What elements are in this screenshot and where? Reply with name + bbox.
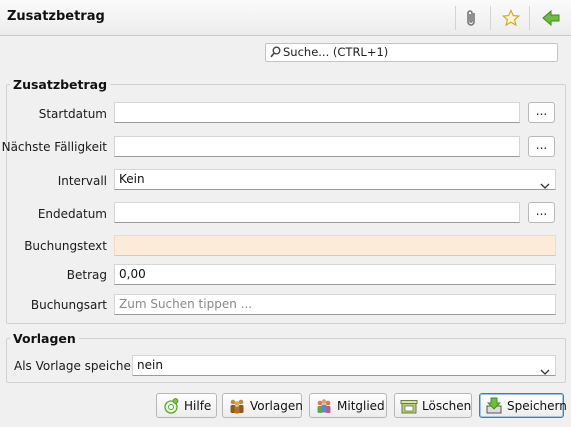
buchungsart-label: Buchungsart	[30, 298, 107, 312]
endedatum-input[interactable]	[114, 202, 520, 223]
window-title: Zusatzbetrag	[7, 9, 105, 24]
paperclip-icon[interactable]	[462, 8, 482, 28]
als-vorlage-speichern-label: Als Vorlage speichern	[14, 359, 144, 373]
members-icon	[315, 397, 333, 415]
delete-icon	[400, 397, 418, 415]
chevron-down-icon	[540, 176, 550, 195]
section-title: Zusatzbetrag	[10, 77, 111, 92]
hilfe-label: Hilfe	[184, 398, 212, 413]
naechste-faelligkeit-label: Nächste Fälligkeit	[1, 140, 107, 154]
hilfe-button[interactable]: Hilfe	[156, 393, 217, 418]
betrag-input[interactable]: 0,00	[114, 264, 556, 285]
intervall-label: Intervall	[57, 174, 107, 188]
search-input[interactable]: Suche... (CTRL+1)	[265, 43, 558, 62]
toolbar-separator	[455, 6, 456, 30]
naechste-faelligkeit-picker-button[interactable]: ...	[528, 136, 555, 157]
back-arrow-icon[interactable]	[541, 8, 561, 28]
buchungsart-input[interactable]: Zum Suchen tippen ...	[114, 294, 556, 315]
startdatum-label: Startdatum	[38, 107, 107, 121]
endedatum-picker-button[interactable]: ...	[528, 202, 555, 223]
toolbar-separator	[490, 6, 491, 30]
als-vorlage-speichern-select[interactable]: nein	[132, 355, 556, 376]
title-bar: Zusatzbetrag	[0, 0, 571, 36]
intervall-select[interactable]: Kein	[114, 169, 556, 190]
buchungstext-input[interactable]	[114, 235, 556, 256]
people-group-icon	[228, 397, 246, 415]
startdatum-input[interactable]	[114, 102, 520, 123]
search-placeholder: Suche... (CTRL+1)	[283, 45, 389, 59]
startdatum-picker-button[interactable]: ...	[528, 102, 555, 123]
speichern-button[interactable]: Speichern	[479, 393, 567, 418]
star-icon[interactable]	[501, 8, 521, 28]
speichern-label: Speichern	[507, 398, 567, 413]
save-icon	[485, 397, 503, 415]
endedatum-label: Endedatum	[37, 207, 107, 221]
toolbar-separator	[529, 6, 530, 30]
naechste-faelligkeit-input[interactable]	[114, 136, 520, 157]
als-vorlage-speichern-value: nein	[137, 358, 163, 372]
loeschen-label: Löschen	[422, 398, 472, 413]
section-title: Vorlagen	[10, 331, 79, 346]
chevron-down-icon	[540, 362, 550, 381]
intervall-value: Kein	[119, 172, 145, 186]
mitglied-label: Mitglied	[337, 398, 385, 413]
search-icon	[270, 46, 281, 63]
mitglied-button[interactable]: Mitglied	[309, 393, 387, 418]
vorlagen-button[interactable]: Vorlagen	[222, 393, 303, 418]
vorlagen-label: Vorlagen	[250, 398, 303, 413]
help-icon	[162, 397, 180, 415]
betrag-label: Betrag	[66, 268, 107, 282]
buchungstext-label: Buchungstext	[24, 239, 107, 253]
loeschen-button[interactable]: Löschen	[394, 393, 472, 418]
